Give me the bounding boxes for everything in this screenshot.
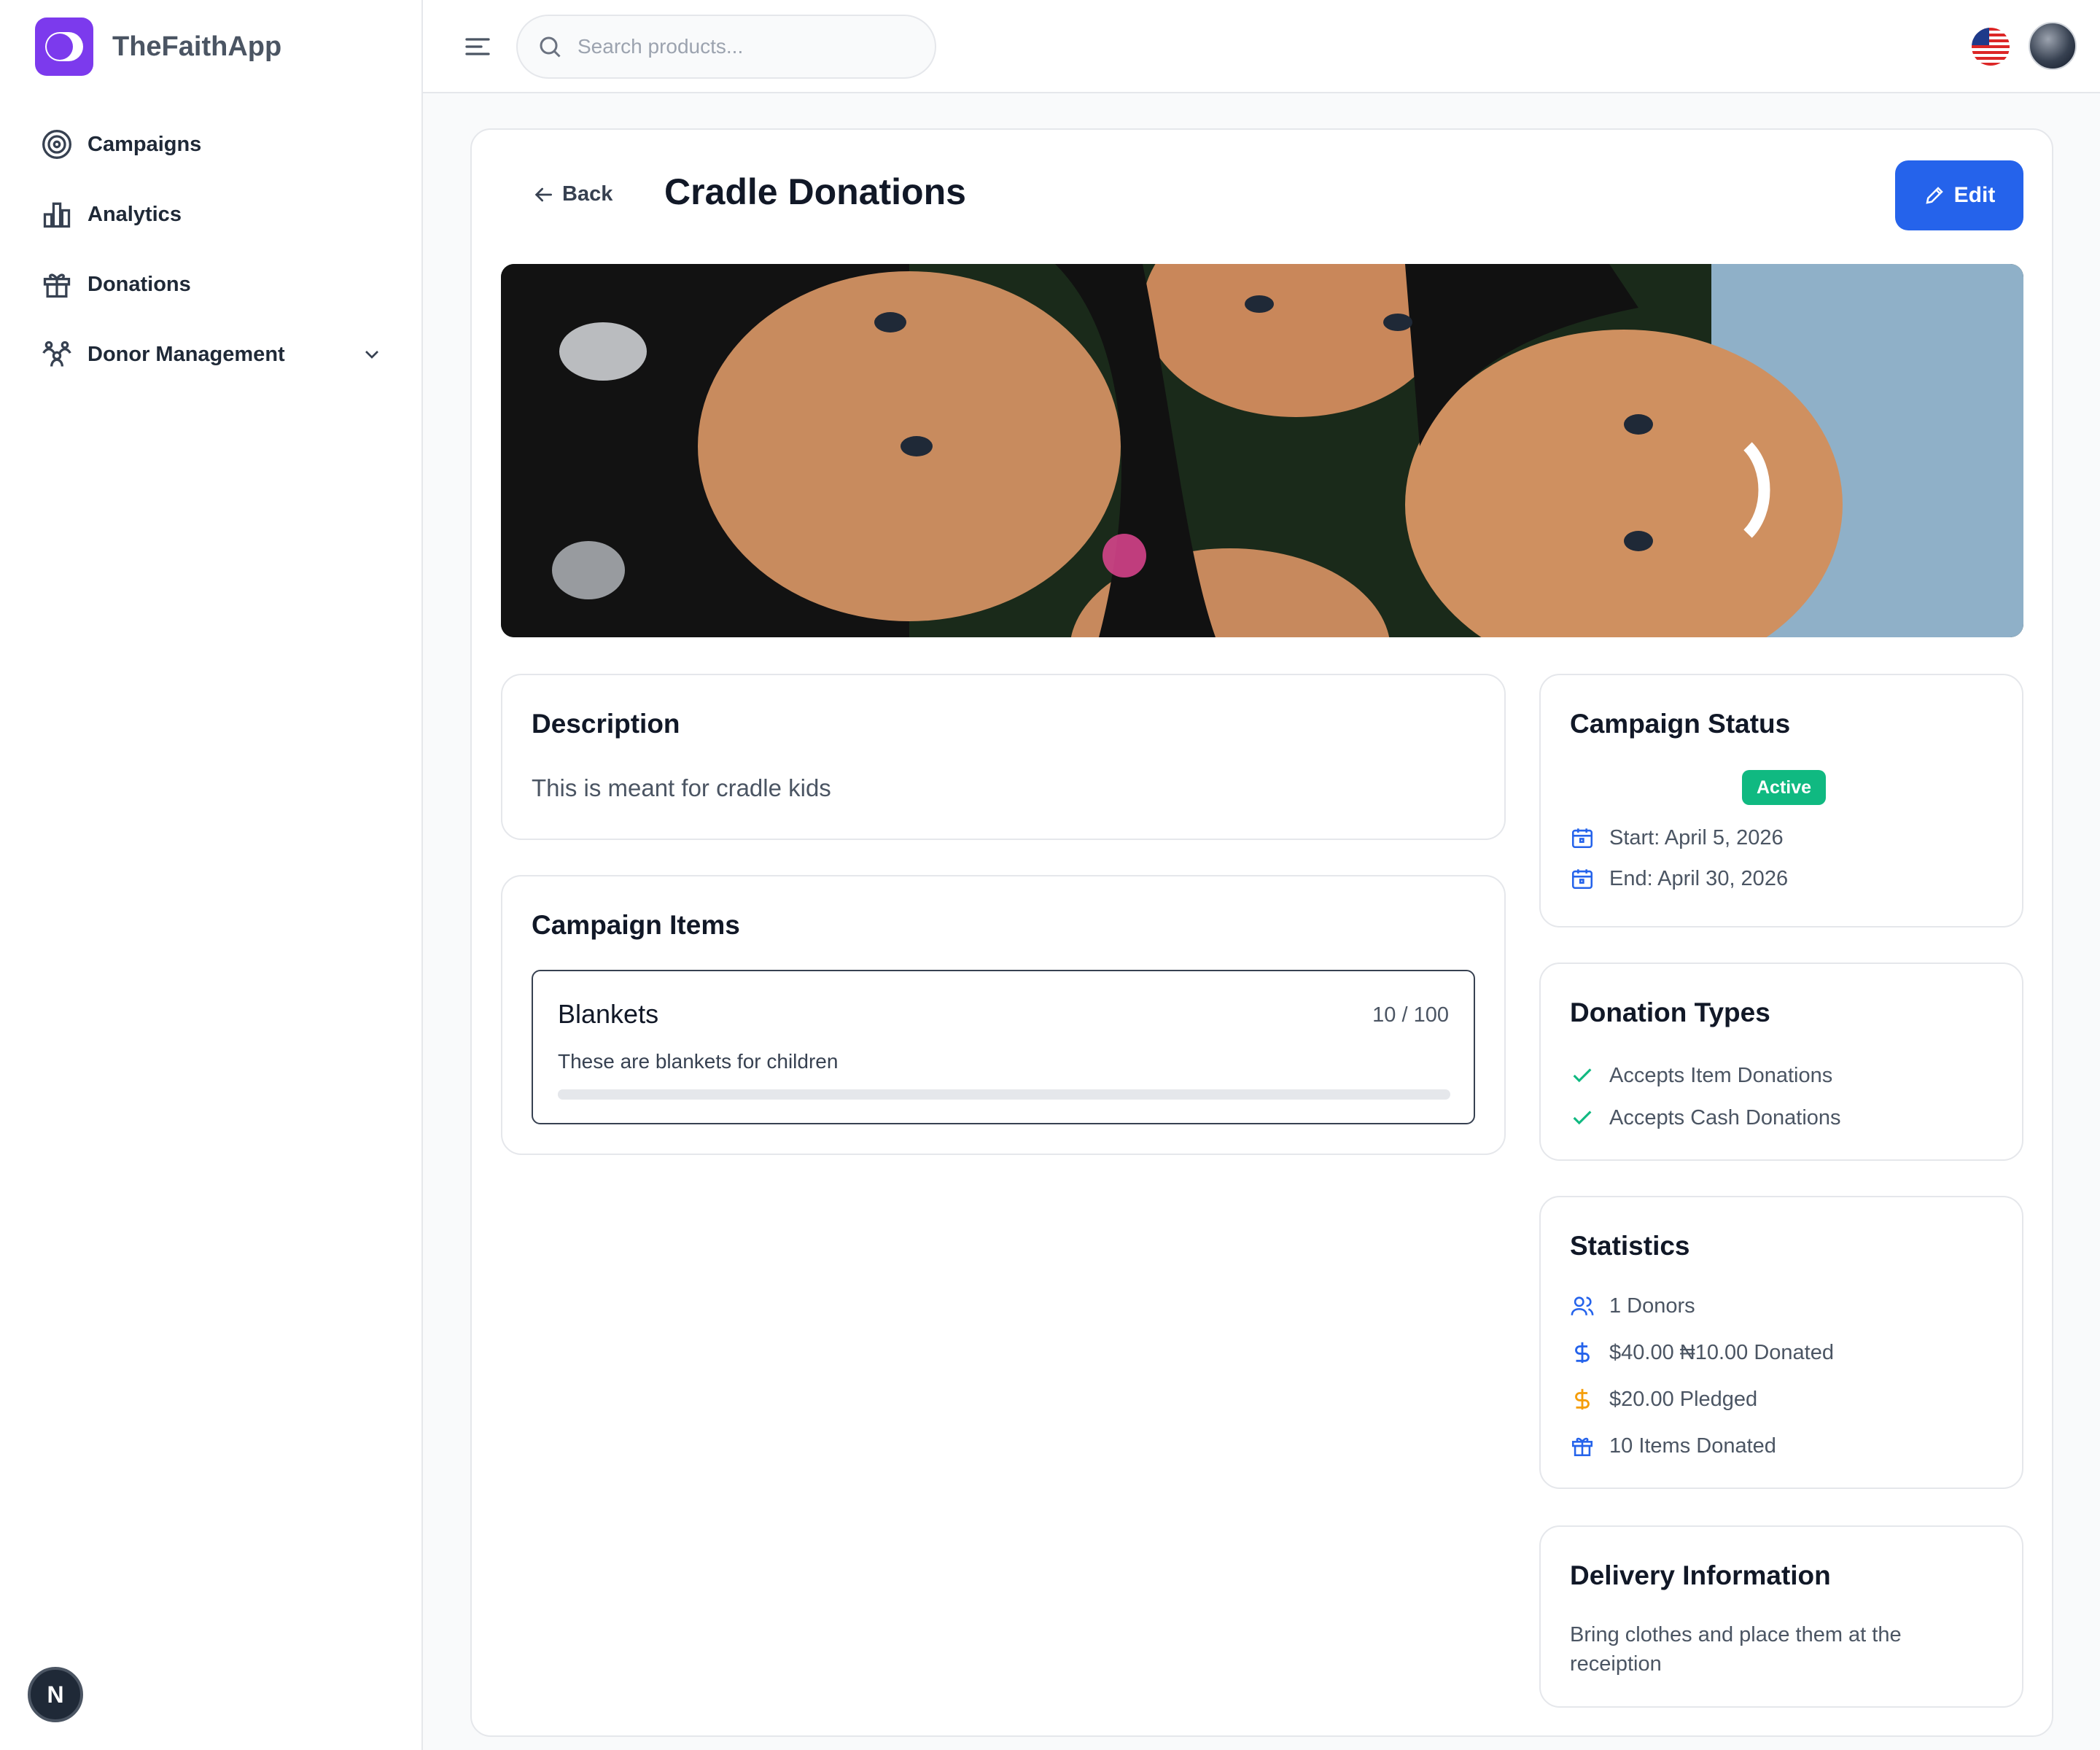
bar-chart-icon	[43, 202, 71, 228]
item-progress-fill	[558, 1089, 648, 1100]
edit-label: Edit	[1953, 183, 1996, 207]
statistics-heading: Statistics	[1570, 1231, 1690, 1261]
donation-type-label: Accepts Item Donations	[1609, 1063, 1833, 1087]
search-input[interactable]	[578, 35, 913, 58]
stat-donors: 1 Donors	[1570, 1294, 1695, 1318]
search-bar[interactable]	[516, 15, 936, 79]
donation-types-heading: Donation Types	[1570, 998, 1770, 1027]
stat-donors-text: 1 Donors	[1609, 1294, 1695, 1318]
sidebar-item-label: Campaigns	[88, 132, 202, 156]
stat-pledged-text: $20.00 Pledged	[1609, 1387, 1758, 1411]
next-dev-badge[interactable]: N	[28, 1667, 83, 1722]
status-badge: Active	[1742, 770, 1827, 805]
menu-icon[interactable]	[462, 32, 493, 61]
us-flag-icon[interactable]	[1972, 28, 2010, 66]
delivery-text: Bring clothes and place them at the rece…	[1570, 1623, 1902, 1676]
back-label: Back	[562, 182, 613, 206]
sidebar-item-donations[interactable]: Donations	[41, 249, 384, 319]
sidebar-item-donor-management[interactable]: Donor Management	[41, 319, 384, 389]
check-icon	[1573, 1111, 1592, 1125]
stat-items: 10 Items Donated	[1570, 1434, 1776, 1458]
gift-icon	[1571, 1437, 1593, 1457]
logo-icon	[35, 18, 93, 76]
edit-button[interactable]: Edit	[1895, 160, 2023, 230]
list-item[interactable]: Blankets 10 / 100 These are blankets for…	[532, 970, 1475, 1124]
item-progress-bar	[558, 1089, 1450, 1100]
stat-donated-text: $40.00 ₦10.00 Donated	[1609, 1340, 1834, 1364]
sidebar: TheFaithApp Campaigns Analytics Donation…	[0, 0, 423, 1750]
end-date: End: April 30, 2026	[1570, 866, 1788, 891]
delivery-card: Delivery Information Bring clothes and p…	[1539, 1525, 2023, 1708]
users-icon	[1571, 1296, 1594, 1315]
pencil-icon	[1926, 187, 1943, 204]
check-icon	[1573, 1068, 1592, 1083]
calendar-icon	[1571, 869, 1593, 890]
delivery-heading: Delivery Information	[1570, 1560, 1831, 1590]
topbar	[423, 0, 2100, 93]
stat-pledged: $20.00 Pledged	[1570, 1387, 1757, 1412]
stat-items-text: 10 Items Donated	[1609, 1434, 1776, 1458]
sidebar-item-label: Donations	[88, 272, 191, 296]
stat-donated: $40.00 ₦10.00 Donated	[1570, 1340, 1834, 1365]
back-button[interactable]: Back	[532, 182, 612, 206]
campaign-items-heading: Campaign Items	[532, 910, 740, 940]
description-heading: Description	[532, 709, 680, 739]
app-name: TheFaithApp	[112, 31, 282, 62]
target-icon	[42, 130, 71, 159]
avatar[interactable]	[2029, 22, 2077, 70]
calendar-icon	[1571, 828, 1593, 849]
start-date: Start: April 5, 2026	[1570, 825, 1784, 850]
start-date-text: Start: April 5, 2026	[1609, 825, 1784, 849]
gift-icon	[43, 273, 71, 298]
sidebar-item-analytics[interactable]: Analytics	[41, 179, 384, 249]
sidebar-nav: Campaigns Analytics Donations Donor Mana…	[41, 109, 384, 389]
description-card: Description This is meant for cradle kid…	[501, 674, 1506, 840]
arrow-left-icon	[534, 187, 552, 201]
campaign-detail-panel: Back Cradle Donations Edit Description T…	[470, 128, 2053, 1737]
donation-type-item: Accepts Item Donations	[1570, 1063, 1832, 1088]
app-logo[interactable]: TheFaithApp	[35, 18, 281, 76]
sidebar-item-campaigns[interactable]: Campaigns	[41, 109, 384, 179]
campaign-items-card: Campaign Items Blankets 10 / 100 These a…	[501, 875, 1506, 1155]
dollar-icon	[1575, 1342, 1590, 1364]
item-description: These are blankets for children	[558, 1050, 839, 1073]
description-text: This is meant for cradle kids	[532, 774, 831, 801]
campaign-status-card: Campaign Status Active Start: April 5, 2…	[1539, 674, 2023, 928]
statistics-card: Statistics 1 Donors $40.00 ₦10.00 Donate…	[1539, 1196, 2023, 1489]
users-icon	[42, 341, 71, 367]
chevron-down-icon[interactable]	[360, 343, 384, 366]
dollar-icon	[1575, 1388, 1590, 1410]
item-name: Blankets	[558, 999, 659, 1029]
sidebar-item-label: Analytics	[88, 202, 182, 226]
donation-type-item: Accepts Cash Donations	[1570, 1105, 1841, 1130]
sidebar-item-label: Donor Management	[88, 342, 285, 366]
campaign-status-heading: Campaign Status	[1570, 709, 1791, 739]
end-date-text: End: April 30, 2026	[1609, 866, 1789, 890]
search-icon	[540, 36, 561, 58]
item-count: 10 / 100	[1372, 1003, 1449, 1027]
donation-types-card: Donation Types Accepts Item Donations Ac…	[1539, 962, 2023, 1161]
page-title: Cradle Donations	[664, 171, 966, 212]
campaign-banner-image	[501, 264, 2023, 637]
donation-type-label: Accepts Cash Donations	[1609, 1105, 1841, 1129]
